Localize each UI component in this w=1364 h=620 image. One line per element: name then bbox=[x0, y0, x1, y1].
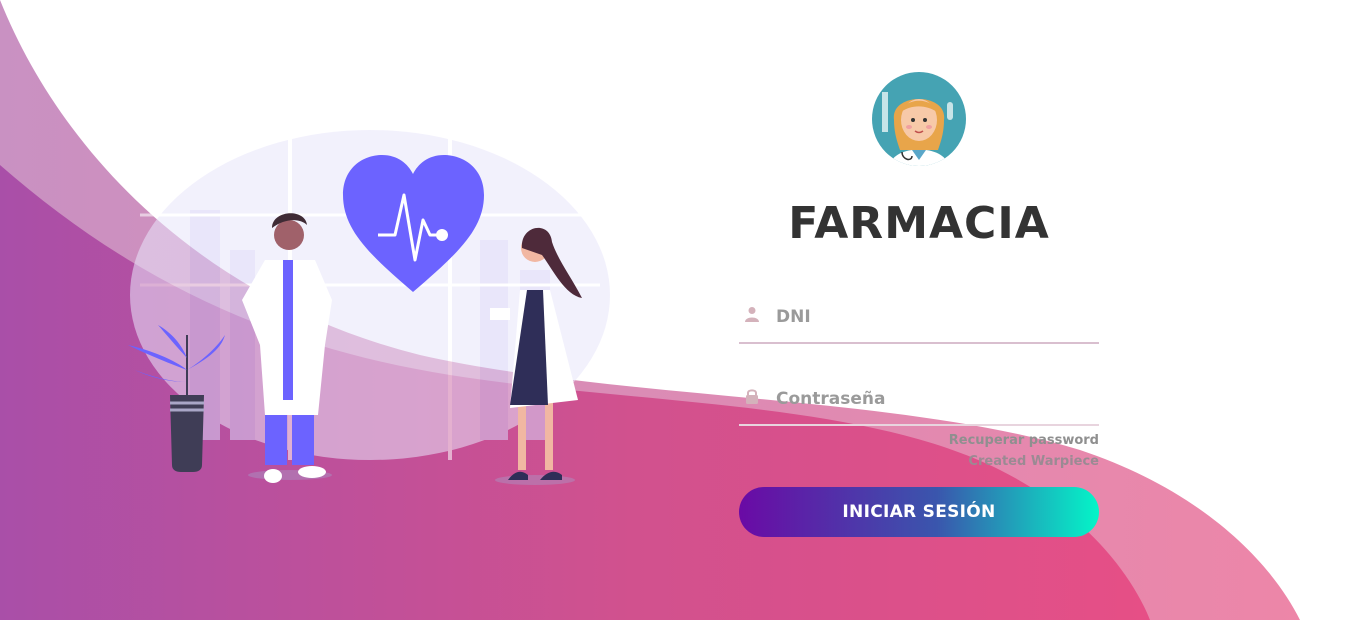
form-links: Recuperar password Created Warpiece bbox=[739, 430, 1099, 472]
login-page: FARMACIA Recuperar password Created Warp… bbox=[0, 0, 1364, 620]
lock-icon bbox=[746, 389, 758, 404]
credit-link[interactable]: Created Warpiece bbox=[739, 451, 1099, 472]
dni-field bbox=[739, 296, 1099, 344]
page-title: FARMACIA bbox=[788, 198, 1050, 249]
password-input[interactable] bbox=[774, 380, 1098, 418]
password-field bbox=[739, 378, 1099, 426]
pharmacist-avatar bbox=[872, 72, 966, 166]
dni-input[interactable] bbox=[774, 298, 1098, 336]
recover-password-link[interactable]: Recuperar password bbox=[739, 430, 1099, 451]
doctors-illustration bbox=[128, 130, 610, 485]
user-icon bbox=[745, 307, 759, 322]
login-button[interactable]: INICIAR SESIÓN bbox=[739, 487, 1099, 537]
